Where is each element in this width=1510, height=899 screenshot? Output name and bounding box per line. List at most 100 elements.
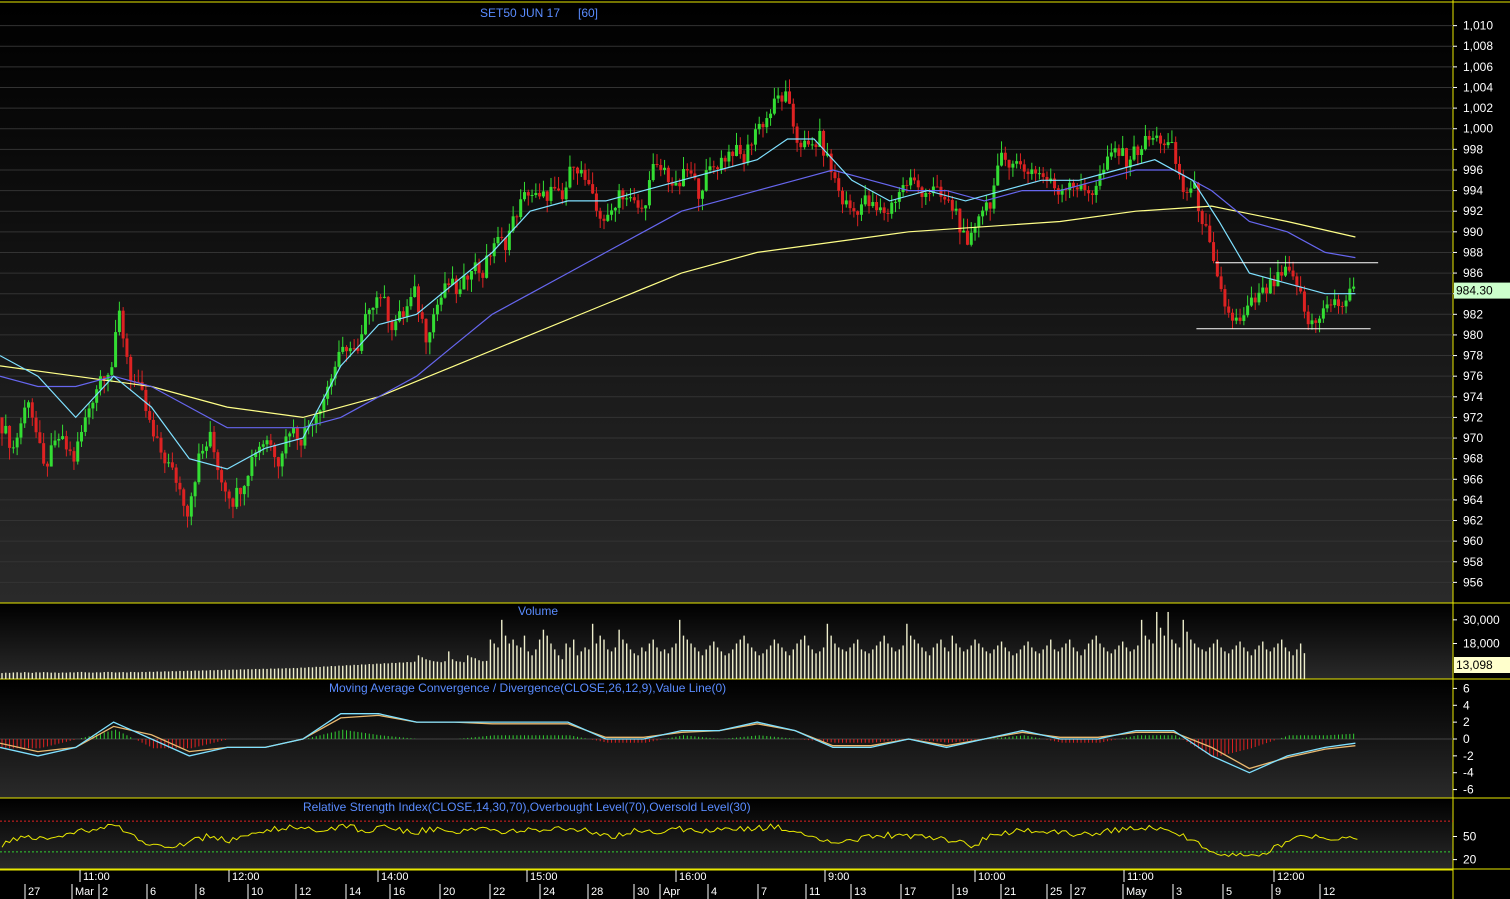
time-tick-label: 10:00: [978, 871, 1006, 883]
candle-down-body: [1340, 306, 1344, 308]
candle-down-body: [867, 195, 871, 207]
date-tick-label: 2: [102, 886, 108, 898]
candle-up-body: [1113, 148, 1117, 153]
price-panel: [0, 5, 1453, 603]
candle-down-body: [8, 425, 12, 448]
date-tick-label: 24: [543, 886, 555, 898]
time-tick-label: 11:00: [1127, 871, 1154, 883]
price-tick-label: 1,002: [1463, 101, 1493, 115]
candle-down-body: [0, 417, 4, 434]
price-tick-label: 978: [1463, 349, 1483, 363]
candle-down-body: [1208, 225, 1212, 243]
candle-down-body: [712, 166, 716, 168]
macd-tick-label: 6: [1463, 681, 1470, 695]
candle-down-body: [144, 389, 148, 412]
candle-down-body: [799, 142, 803, 148]
candle-up-body: [1068, 182, 1072, 190]
candle-down-body: [545, 191, 549, 201]
candle-down-body: [1230, 312, 1234, 321]
candle-up-body: [1249, 297, 1253, 306]
candle-up-body: [772, 98, 776, 114]
candle-up-body: [110, 367, 114, 375]
candle-down-body: [401, 311, 405, 317]
volume-title: Volume: [518, 604, 558, 618]
candle-up-body: [1140, 149, 1144, 156]
rsi-tick-label: 20: [1463, 853, 1477, 867]
candle-up-body: [242, 486, 246, 495]
volume-tick-label: 30,000: [1463, 613, 1500, 627]
candle-down-body: [594, 193, 598, 211]
candle-down-body: [1117, 148, 1121, 156]
chart-canvas[interactable]: 9569589609629649669689709729749769789809…: [0, 0, 1510, 899]
candle-up-body: [49, 445, 53, 467]
time-tick-label: 14:00: [381, 871, 409, 883]
candle-up-body: [863, 195, 867, 205]
candle-up-body: [280, 453, 284, 467]
candle-up-body: [1333, 299, 1337, 306]
candle-up-body: [363, 314, 367, 335]
price-tick-label: 988: [1463, 245, 1483, 259]
candle-down-body: [231, 498, 235, 507]
candle-up-body: [208, 431, 212, 447]
price-tick-label: 996: [1463, 163, 1483, 177]
date-tick-label: Mar: [75, 886, 94, 898]
candle-up-body: [57, 438, 61, 441]
candle-up-body: [197, 453, 201, 483]
candle-up-body: [204, 446, 208, 451]
candle-down-body: [833, 172, 837, 179]
candle-down-body: [636, 200, 640, 208]
candle-up-body: [1325, 304, 1329, 309]
candle-up-body: [1015, 161, 1019, 164]
candle-up-body: [1094, 185, 1098, 195]
candle-up-body: [117, 310, 121, 333]
candle-down-body: [1306, 311, 1310, 325]
candle-down-body: [155, 436, 159, 438]
candle-up-body: [810, 144, 814, 146]
time-tick-label: 12:00: [1277, 871, 1305, 883]
candle-up-body: [610, 210, 614, 215]
candle-down-body: [806, 140, 810, 145]
candle-down-body: [795, 126, 799, 143]
candle-up-body: [1257, 292, 1261, 303]
macd-tick-label: 0: [1463, 732, 1470, 746]
candle-up-body: [341, 346, 345, 352]
candle-up-body: [647, 180, 651, 206]
candle-up-body: [784, 91, 788, 102]
candle-up-body: [288, 433, 292, 437]
time-tick-label: 11:00: [83, 871, 110, 883]
candle-down-body: [1083, 184, 1087, 191]
date-tick-label: 20: [443, 886, 455, 898]
candle-down-body: [447, 283, 451, 286]
candle-down-body: [1329, 304, 1333, 306]
candle-down-body: [488, 255, 492, 257]
candle-down-body: [1162, 143, 1166, 146]
candle-down-body: [560, 190, 564, 200]
candle-up-body: [644, 205, 648, 209]
candle-down-body: [1159, 135, 1163, 144]
candle-up-body: [519, 199, 523, 218]
candle-up-body: [1352, 286, 1356, 289]
date-tick-label: 9: [1275, 886, 1281, 898]
candle-down-body: [965, 230, 969, 245]
candle-down-body: [848, 200, 852, 209]
rsi-title: Relative Strength Index(CLOSE,14,30,70),…: [303, 800, 751, 814]
candle-up-body: [973, 227, 977, 233]
candle-down-body: [125, 338, 129, 357]
candle-up-body: [98, 376, 102, 390]
candle-up-body: [1348, 288, 1352, 301]
candle-up-body: [924, 192, 928, 197]
candle-up-body: [1011, 163, 1015, 168]
candle-up-body: [91, 402, 95, 409]
candle-down-body: [276, 457, 280, 467]
candle-down-body: [591, 184, 595, 194]
candle-up-body: [530, 195, 534, 197]
candle-up-body: [1261, 287, 1265, 293]
price-tick-label: 964: [1463, 493, 1483, 507]
price-tick-label: 990: [1463, 225, 1483, 239]
price-title: SET50 JUN 17: [480, 6, 560, 20]
candle-down-body: [1090, 193, 1094, 195]
candle-up-body: [613, 207, 617, 211]
candle-down-body: [295, 427, 299, 440]
candle-down-body: [716, 167, 720, 170]
date-tick-label: 3: [1176, 886, 1182, 898]
